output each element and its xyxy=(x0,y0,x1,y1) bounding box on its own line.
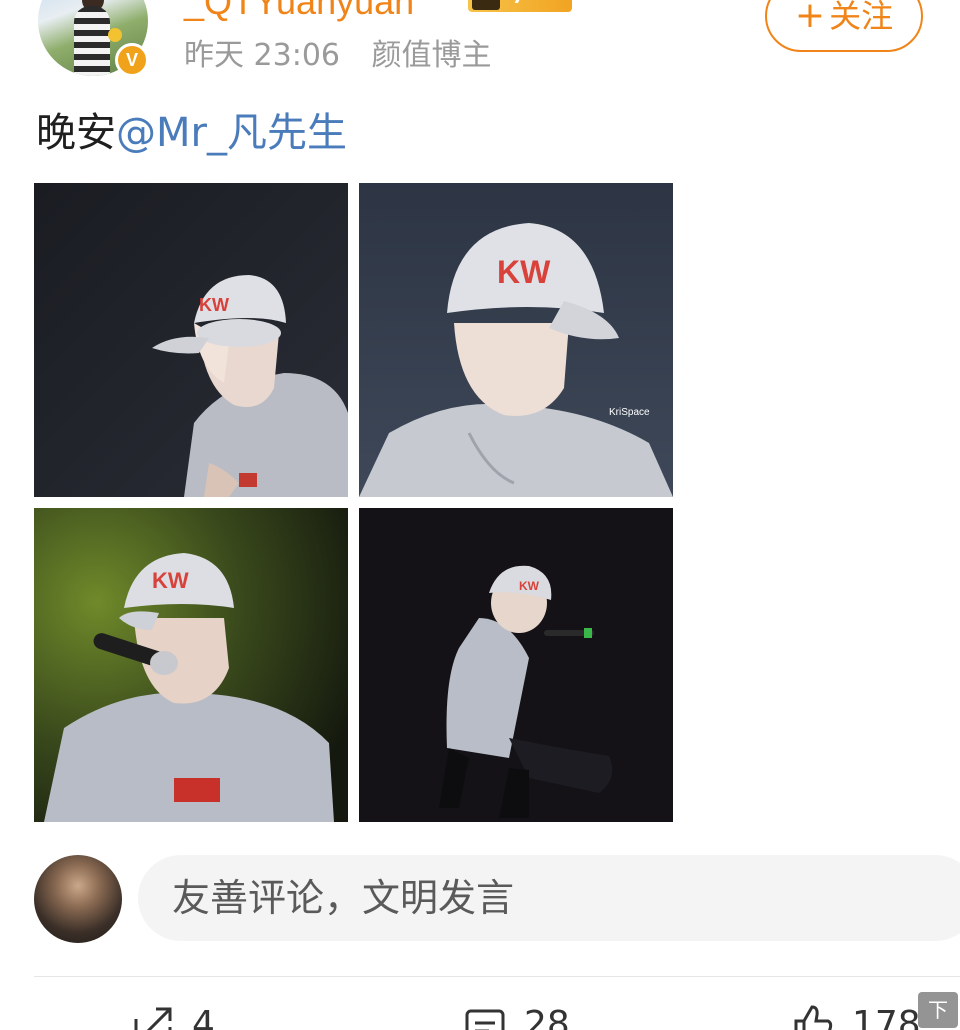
photo-4-image: KW xyxy=(359,508,673,822)
vip-level-number: 7 xyxy=(512,0,525,8)
photo-1-image: KW xyxy=(34,183,348,497)
photo-watermark: KriSpace xyxy=(609,407,650,418)
plus-icon: + xyxy=(794,0,826,36)
post-photo-1[interactable]: KW xyxy=(34,183,348,497)
cap-letters: KW xyxy=(497,254,551,290)
author-avatar[interactable]: V xyxy=(38,0,149,77)
my-avatar[interactable] xyxy=(34,855,122,943)
author-tag[interactable]: 颜值博主 xyxy=(372,38,492,73)
like-count: 178 xyxy=(852,1003,921,1030)
comment-count: 28 xyxy=(524,1003,570,1030)
post-photo-4[interactable]: KW xyxy=(359,508,673,822)
post-time: 昨天 23:06 xyxy=(184,38,340,73)
crown-icon xyxy=(472,0,500,10)
comment-button[interactable]: 28 xyxy=(464,1004,570,1030)
weibo-post-page: V _QTYuanyuan 7 昨天 23:06 颜值博主 +关注 晚安@Mr_… xyxy=(0,0,960,1030)
share-button[interactable]: 4 xyxy=(132,1004,215,1030)
photo-3-image: KW xyxy=(34,508,348,822)
comment-input[interactable]: 友善评论，文明发言 xyxy=(138,855,960,941)
download-tag[interactable]: 下 xyxy=(918,992,958,1028)
vip-level-badge[interactable]: 7 xyxy=(468,0,572,12)
post-text: 晚安@Mr_凡先生 xyxy=(36,108,347,158)
like-button[interactable]: 178 xyxy=(792,1004,921,1030)
post-text-content: 晚安 xyxy=(36,110,116,156)
follow-button[interactable]: + 关注 xyxy=(765,0,923,52)
thumbs-up-icon xyxy=(794,1005,833,1030)
share-icon xyxy=(134,1007,172,1030)
follow-label: 关注 xyxy=(829,0,894,35)
author-username[interactable]: _QTYuanyuan xyxy=(184,0,414,22)
divider xyxy=(34,976,960,977)
share-count: 4 xyxy=(192,1003,215,1030)
photo-2-image: KW KriSpace xyxy=(359,183,673,497)
post-meta: 昨天 23:06 颜值博主 xyxy=(184,36,514,76)
comment-icon xyxy=(465,1009,505,1030)
cap-letters: KW xyxy=(152,568,189,593)
verified-badge-icon: V xyxy=(115,43,149,77)
post-photo-3[interactable]: KW xyxy=(34,508,348,822)
cap-letters: KW xyxy=(519,579,540,593)
mention-link[interactable]: @Mr_凡先生 xyxy=(116,110,347,156)
post-photo-2[interactable]: KW KriSpace xyxy=(359,183,673,497)
cap-letters: KW xyxy=(199,295,229,315)
